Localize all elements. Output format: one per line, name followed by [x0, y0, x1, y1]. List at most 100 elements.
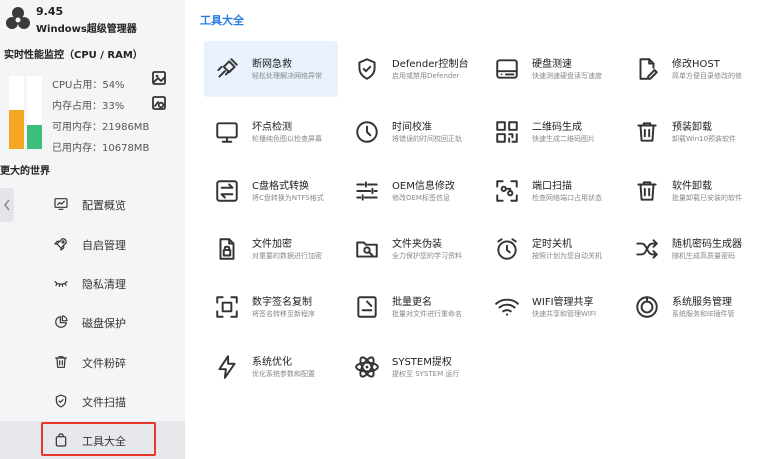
- sidebar-item-label: 文件粉碎: [82, 357, 126, 370]
- tool-card[interactable]: 软件卸载批量卸载已安装的软件: [624, 163, 758, 219]
- scan-icon: [494, 178, 520, 204]
- app-version: 9.45: [36, 5, 64, 18]
- tool-card[interactable]: 坏点检测 轮播纯色图以检查屏幕: [204, 104, 338, 160]
- tool-desc: 快速共享和管理WIFI: [532, 310, 597, 318]
- tool-name: Defender控制台: [392, 59, 469, 70]
- tool-card[interactable]: WIFI管理共享 快速共享和管理WIFI: [484, 279, 618, 335]
- memory-usage-bar: [27, 76, 42, 149]
- tool-name: WIFI管理共享: [532, 297, 594, 308]
- tool-desc: 全力保护您的学习资料: [392, 252, 462, 260]
- tool-desc: 卸载Win10预装软件: [672, 135, 737, 143]
- tool-name: 断网急救: [252, 59, 292, 70]
- tool-card[interactable]: 时间校准将错误的时间校回正轨: [344, 104, 478, 160]
- sidebar-item-4[interactable]: 磁盘保护: [0, 303, 185, 341]
- tool-desc: 优化系统参数和配置: [252, 370, 315, 378]
- tool-name: 时间校准: [392, 122, 432, 133]
- tool-card[interactable]: 文件加密对重要的数据进行加密: [204, 221, 338, 277]
- settings-image-icon[interactable]: [152, 96, 166, 110]
- sidebar-item-label: 隐私清理: [82, 278, 126, 291]
- tool-name: 预装卸载: [672, 122, 712, 133]
- tool-card[interactable]: 系统服务管理 系统服务和IE插件管: [624, 279, 758, 335]
- service-icon: [634, 294, 660, 320]
- tool-desc: 按照计划为您自动关机: [532, 252, 602, 260]
- tool-card[interactable]: 二维码生成 快速生成二维码图片: [484, 104, 618, 160]
- folder-search-icon: [354, 236, 380, 262]
- tool-name: SYSTEM提权: [392, 357, 452, 368]
- tool-name: 软件卸载: [672, 181, 712, 192]
- sidebar-item-2[interactable]: 自启管理: [0, 225, 185, 263]
- app-logo-icon: [4, 6, 32, 32]
- tool-desc: 将签名转移至新程序: [252, 310, 315, 318]
- tool-card[interactable]: 文件夹伪装 全力保护您的学习资料: [344, 221, 478, 277]
- tool-name: 文件加密: [252, 239, 292, 250]
- tool-card[interactable]: C盘格式转换将C盘转换为NTFS格式: [204, 163, 338, 219]
- hard-drive-icon: [494, 56, 520, 82]
- tool-desc: 对重要的数据进行加密: [252, 252, 322, 260]
- tool-card[interactable]: 预装卸载卸载Win10预装软件: [624, 104, 758, 160]
- plug-icon: [214, 56, 240, 82]
- tool-card[interactable]: 系统优化优化系统参数和配置: [204, 339, 338, 395]
- tool-card[interactable]: SYSTEM提权 提权至 SYSTEM 运行: [344, 339, 478, 395]
- usage-bars: [9, 76, 43, 149]
- tool-desc: 快速测速硬盘读写速度: [532, 72, 602, 80]
- section-label: 更大的世界: [0, 166, 50, 177]
- tool-card[interactable]: 随机密码生成器 随机生成高质量密码: [624, 221, 758, 277]
- shield-check-icon: [354, 56, 380, 82]
- file-edit-icon: [634, 56, 660, 82]
- alarm-icon: [494, 236, 520, 262]
- eye-closed-icon: [53, 275, 69, 291]
- atom-icon: [354, 354, 380, 380]
- tool-card[interactable]: 硬盘测速 快速测速硬盘读写速度: [484, 41, 618, 97]
- tool-name: 系统优化: [252, 357, 292, 368]
- image-icon[interactable]: [152, 71, 166, 85]
- copy-frame-icon: [214, 294, 240, 320]
- tool-desc: 轮播纯色图以检查屏幕: [252, 135, 322, 143]
- tool-desc: 快速生成二维码图片: [532, 135, 595, 143]
- shuffle-icon: [634, 236, 660, 262]
- trash-icon: [634, 178, 660, 204]
- tool-card[interactable]: OEM信息修改 修改OEM标签信息: [344, 163, 478, 219]
- tool-desc: 将C盘转换为NTFS格式: [252, 194, 324, 202]
- tool-name: C盘格式转换: [252, 181, 309, 192]
- sidebar-item-3[interactable]: 隐私清理: [0, 264, 185, 302]
- tool-card[interactable]: Defender控制台 启用或禁用Defender: [344, 41, 478, 97]
- monitor-icon: [214, 119, 240, 145]
- sidebar-item-6[interactable]: 文件扫描: [0, 382, 185, 420]
- qr-code-icon: [494, 119, 520, 145]
- tool-card[interactable]: 批量更名 批量对文件进行重命名: [344, 279, 478, 335]
- trash-icon: [634, 119, 660, 145]
- tool-desc: 提权至 SYSTEM 运行: [392, 370, 460, 378]
- tool-desc: 轻松处理解决网络异常: [252, 72, 322, 80]
- tool-desc: 检查网络端口占用状态: [532, 194, 602, 202]
- tool-desc: 批量卸载已安装的软件: [672, 194, 742, 202]
- sidebar-item-1[interactable]: 配置概览: [0, 185, 185, 223]
- tool-desc: 将错误的时间校回正轨: [392, 135, 462, 143]
- lightning-icon: [214, 354, 240, 380]
- tool-name: 端口扫描: [532, 181, 572, 192]
- sliders-icon: [354, 178, 380, 204]
- tool-card[interactable]: 数字签名复制 将签名转移至新程序: [204, 279, 338, 335]
- rocket-icon: [53, 236, 69, 252]
- sidebar-item-5[interactable]: 文件粉碎: [0, 343, 185, 381]
- tool-card[interactable]: 端口扫描检查网络端口占用状态: [484, 163, 618, 219]
- tool-desc: 启用或禁用Defender: [392, 72, 460, 80]
- main-panel: 工具大全 断网急救 轻松处理解决网络异常 Defender控制台 启用或禁用Defen…: [185, 0, 781, 457]
- tool-name: 修改HOST: [672, 59, 720, 70]
- swap-icon: [214, 178, 240, 204]
- sidebar: 9.45 Windows超级管理器 实时性能监控（CPU / RAM） CPU占…: [0, 0, 185, 459]
- available-memory-label: 可用内存：21986MB: [52, 122, 150, 133]
- pie-chart-icon: [53, 314, 69, 330]
- tool-card[interactable]: 断网急救轻松处理解决网络异常: [204, 41, 338, 97]
- tool-card[interactable]: 定时关机 按照计划为您自动关机: [484, 221, 618, 277]
- trash-icon: [53, 354, 69, 370]
- sidebar-item-label: 文件扫描: [82, 396, 126, 409]
- tool-card[interactable]: 修改HOST 简单方便目录修改的修: [624, 41, 758, 97]
- cpu-usage-fill: [9, 109, 24, 149]
- file-lock-icon: [214, 236, 240, 262]
- sidebar-item-label: 磁盘保护: [82, 317, 126, 330]
- used-memory-label: 已用内存：10678MB: [52, 143, 150, 154]
- app-name: Windows超级管理器: [36, 24, 137, 35]
- tool-name: OEM信息修改: [392, 181, 455, 192]
- shield-check-icon: [53, 393, 69, 409]
- tool-name: 数字签名复制: [252, 297, 312, 308]
